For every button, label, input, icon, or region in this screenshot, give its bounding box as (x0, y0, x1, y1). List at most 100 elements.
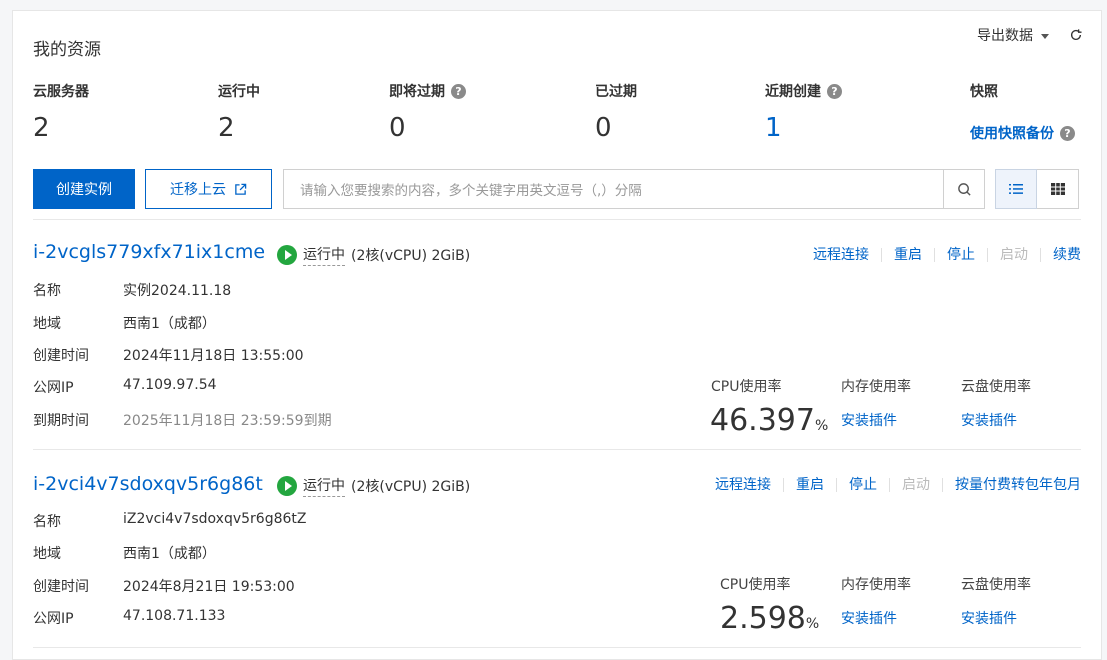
snapshot-backup-link[interactable]: 使用快照备份? (970, 123, 1075, 143)
instance-actions: 远程连接 重启 停止 启动 按量付费转包年包月 (703, 478, 1081, 492)
search-icon (957, 182, 971, 196)
field-key: 名称 (33, 283, 61, 299)
top-actions: 导出数据 (977, 25, 1083, 45)
help-icon[interactable]: ? (1060, 125, 1075, 141)
search-input[interactable]: 请输入您要搜索的内容，多个关键字用英文逗号（,）分隔 (284, 170, 943, 208)
stat-running[interactable]: 运行中 2 (218, 81, 260, 143)
instance-id-link[interactable]: i-2vci4v7sdoxqv5r6g86t (33, 473, 263, 495)
refresh-icon[interactable] (1069, 28, 1083, 42)
stat-expired[interactable]: 已过期 0 (595, 81, 637, 143)
search-box: 请输入您要搜索的内容，多个关键字用英文逗号（,）分隔 (283, 169, 985, 209)
stat-label: 近期创建? (765, 81, 842, 101)
stat-label: 运行中 (218, 84, 260, 100)
field-row: 到期时间 2025年11月18日 23:59:59到期 (33, 410, 332, 430)
field-key: 名称 (33, 514, 61, 530)
instance-actions: 远程连接 重启 停止 启动 续费 (801, 248, 1081, 262)
stat-servers[interactable]: 云服务器 2 (33, 81, 89, 143)
field-row: 名称 iZ2vci4v7sdoxqv5r6g86tZ (33, 511, 306, 531)
stop-button[interactable]: 停止 (934, 248, 987, 262)
running-icon (277, 245, 297, 265)
stat-label: 即将过期? (389, 81, 466, 101)
divider (33, 219, 1081, 220)
status-label[interactable]: 运行中 (303, 244, 345, 266)
stat-recent[interactable]: 近期创建? 1 (765, 81, 842, 143)
search-button[interactable] (943, 170, 984, 208)
field-row: 创建时间 2024年8月21日 19:53:00 (33, 576, 295, 596)
field-row: 名称 实例2024.11.18 (33, 280, 231, 300)
status-label[interactable]: 运行中 (303, 475, 345, 497)
field-value: 2024年11月18日 13:55:00 (123, 348, 304, 364)
status-badge: 运行中 (2核(vCPU) 2GiB) (277, 475, 470, 497)
list-icon (1009, 184, 1023, 194)
divider (33, 449, 1081, 450)
renew-button[interactable]: 续费 (1040, 248, 1081, 262)
field-value: 西南1（成都） (123, 316, 216, 332)
field-value: 47.108.71.133 (123, 608, 226, 624)
view-toggle (995, 169, 1079, 209)
field-value: 西南1（成都） (123, 546, 216, 562)
instance-spec: (2核(vCPU) 2GiB) (351, 479, 471, 495)
page-title: 我的资源 (33, 40, 101, 60)
memory-usage-label: 内存使用率 (841, 379, 911, 395)
grid-view-button[interactable] (1037, 169, 1079, 209)
stat-label: 云服务器 (33, 84, 89, 100)
disk-usage-label: 云盘使用率 (961, 379, 1031, 395)
field-value: 实例2024.11.18 (123, 283, 232, 299)
help-icon[interactable]: ? (827, 83, 842, 99)
create-instance-button[interactable]: 创建实例 (33, 169, 135, 209)
install-plugin-link[interactable]: 安装插件 (841, 410, 897, 430)
stat-value: 0 (389, 113, 406, 143)
field-key: 到期时间 (33, 413, 89, 429)
field-key: 地域 (33, 546, 61, 562)
restart-button[interactable]: 重启 (881, 248, 934, 262)
field-value: 2025年11月18日 23:59:59到期 (123, 413, 332, 429)
cpu-usage-label: CPU使用率 (720, 577, 791, 593)
field-row: 公网IP 47.108.71.133 (33, 608, 225, 628)
help-icon[interactable]: ? (451, 83, 466, 99)
field-key: 地域 (33, 316, 61, 332)
install-plugin-link[interactable]: 安装插件 (961, 608, 1017, 628)
stat-expiring[interactable]: 即将过期? 0 (389, 81, 466, 143)
convert-billing-button[interactable]: 按量付费转包年包月 (942, 478, 1081, 492)
field-key: 公网IP (33, 611, 74, 627)
chevron-down-icon (1041, 33, 1049, 39)
restart-button[interactable]: 重启 (783, 478, 836, 492)
migrate-label: 迁移上云 (170, 182, 226, 198)
stop-button[interactable]: 停止 (836, 478, 889, 492)
field-row: 地域 西南1（成都） (33, 543, 216, 563)
start-button: 启动 (889, 478, 942, 492)
field-row: 创建时间 2024年11月18日 13:55:00 (33, 345, 304, 365)
instance-spec: (2核(vCPU) 2GiB) (351, 248, 471, 264)
memory-usage-label: 内存使用率 (841, 577, 911, 593)
list-view-button[interactable] (995, 169, 1037, 209)
field-key: 创建时间 (33, 579, 89, 595)
remote-connect-button[interactable]: 远程连接 (703, 478, 783, 492)
install-plugin-link[interactable]: 安装插件 (961, 410, 1017, 430)
install-plugin-link[interactable]: 安装插件 (841, 608, 897, 628)
stat-value: 2 (33, 113, 50, 143)
export-data-dropdown[interactable]: 导出数据 (977, 25, 1049, 45)
cpu-usage-label: CPU使用率 (711, 379, 782, 395)
cpu-usage-value: 46.397% (710, 403, 829, 438)
resource-panel: 我的资源 导出数据 云服务器 2 运行中 2 即将过期? 0 已过期 0 近期创… (12, 10, 1102, 660)
grid-icon (1050, 183, 1065, 195)
instance-id-link[interactable]: i-2vcgls779xfx71ix1cme (33, 241, 265, 263)
running-icon (277, 476, 297, 496)
divider (33, 647, 1081, 648)
field-key: 创建时间 (33, 348, 89, 364)
start-button: 启动 (987, 248, 1040, 262)
stat-value: 0 (595, 113, 612, 143)
field-row: 地域 西南1（成都） (33, 313, 216, 333)
stat-snapshot: 快照 使用快照备份? (970, 81, 1075, 143)
external-link-icon (235, 183, 247, 195)
migrate-button[interactable]: 迁移上云 (145, 169, 272, 209)
stat-value: 1 (765, 113, 782, 143)
field-value: 2024年8月21日 19:53:00 (123, 579, 295, 595)
stat-label: 快照 (970, 84, 998, 100)
field-value: 47.109.97.54 (123, 377, 217, 393)
cpu-usage-value: 2.598% (720, 601, 820, 636)
remote-connect-button[interactable]: 远程连接 (801, 248, 881, 262)
stat-value: 2 (218, 113, 235, 143)
export-label: 导出数据 (977, 28, 1033, 44)
disk-usage-label: 云盘使用率 (961, 577, 1031, 593)
